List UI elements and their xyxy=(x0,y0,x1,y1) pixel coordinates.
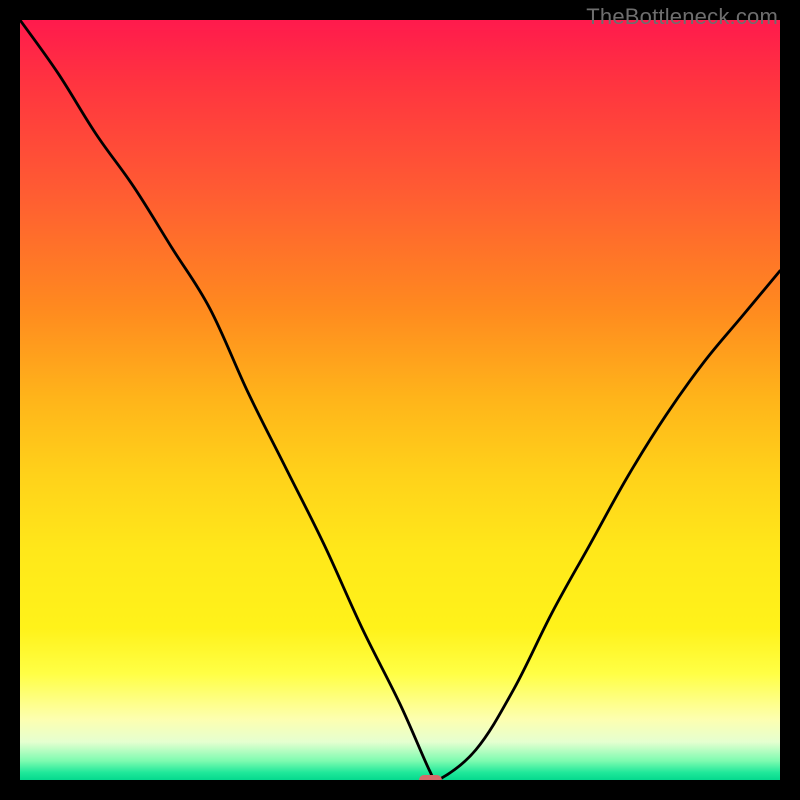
plot-area xyxy=(20,20,780,780)
chart-frame: TheBottleneck.com xyxy=(0,0,800,800)
watermark-text: TheBottleneck.com xyxy=(586,4,778,30)
bottleneck-curve xyxy=(20,20,780,780)
minimum-marker xyxy=(419,775,442,780)
